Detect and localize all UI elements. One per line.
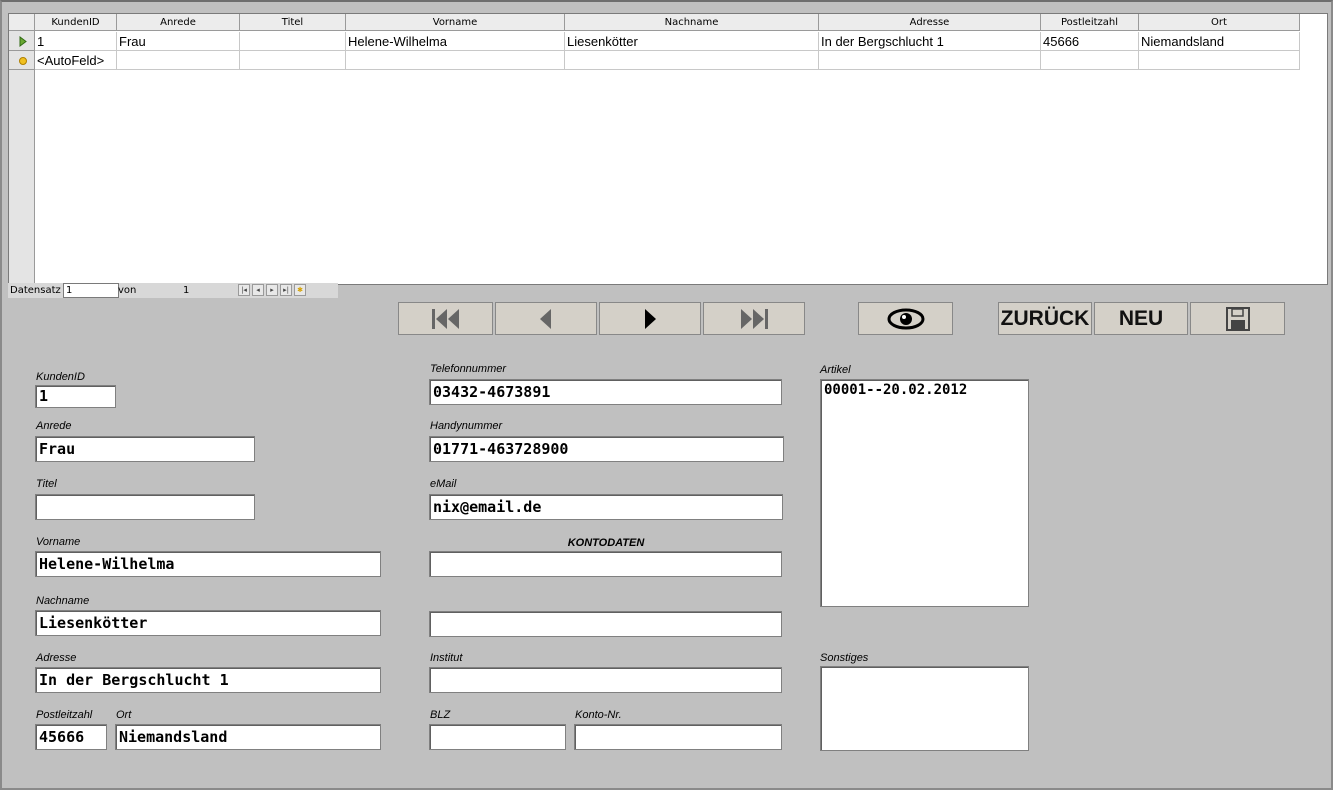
- grid-corner: [9, 14, 35, 31]
- table-cell[interactable]: [240, 51, 346, 70]
- record-total: 1: [183, 285, 190, 296]
- table-cell[interactable]: 1: [35, 32, 117, 51]
- kontonr-field[interactable]: [574, 724, 782, 750]
- table-cell[interactable]: [1139, 51, 1300, 70]
- anrede-field[interactable]: Frau: [35, 436, 255, 462]
- blz-label: BLZ: [430, 709, 451, 721]
- handy-label: Handynummer: [430, 420, 503, 432]
- col-header-anrede[interactable]: Anrede: [117, 14, 240, 31]
- back-button[interactable]: ZURÜCK: [998, 302, 1092, 335]
- new-record-star-icon: [19, 57, 27, 65]
- save-button[interactable]: [1190, 302, 1285, 335]
- last-record-icon: [741, 308, 768, 329]
- table-cell[interactable]: Helene-Wilhelma: [346, 32, 565, 51]
- next-record-button[interactable]: [599, 302, 701, 335]
- record-number-input[interactable]: [63, 283, 119, 298]
- col-header-vorname[interactable]: Vorname: [346, 14, 565, 31]
- table-cell[interactable]: In der Bergschlucht 1: [819, 32, 1041, 51]
- ort-field[interactable]: Niemandsland: [115, 724, 381, 750]
- table-cell[interactable]: [1041, 51, 1139, 70]
- vorname-label: Vorname: [36, 536, 81, 548]
- email-label: eMail: [430, 478, 457, 490]
- plz-label: Postleitzahl: [36, 709, 93, 721]
- sonstiges-textarea[interactable]: [820, 666, 1029, 751]
- next-record-icon: [645, 308, 656, 329]
- titel-field[interactable]: [35, 494, 255, 520]
- adresse-label: Adresse: [36, 652, 77, 664]
- nav-first-icon[interactable]: |◂: [238, 284, 250, 296]
- konto-field-2[interactable]: [429, 611, 782, 637]
- row-header-new[interactable]: [9, 51, 34, 70]
- of-label: von: [118, 285, 137, 296]
- table-cell[interactable]: 45666: [1041, 32, 1139, 51]
- kontonr-label: Konto-Nr.: [575, 709, 622, 721]
- record-label: Datensatz: [10, 285, 61, 296]
- nav-next-icon[interactable]: ▸: [266, 284, 278, 296]
- table-cell[interactable]: [565, 51, 819, 70]
- save-disk-icon: [1225, 306, 1250, 331]
- ort-label: Ort: [116, 709, 132, 721]
- first-record-icon: [431, 308, 459, 329]
- nav-prev-icon[interactable]: ◂: [252, 284, 264, 296]
- row-header-current[interactable]: [9, 32, 34, 51]
- sonstiges-label: Sonstiges: [820, 652, 869, 664]
- record-navigation-bar: Datensatz von 1 |◂ ◂ ▸ ▸| ✱: [8, 283, 338, 298]
- adresse-field[interactable]: In der Bergschlucht 1: [35, 667, 381, 693]
- kundenid-label: KundenID: [36, 371, 85, 383]
- nachname-field[interactable]: Liesenkötter: [35, 610, 381, 636]
- data-grid[interactable]: KundenID Anrede Titel Vorname Nachname A…: [8, 13, 1328, 285]
- new-button[interactable]: NEU: [1094, 302, 1188, 335]
- previous-record-icon: [540, 308, 551, 329]
- kundenid-field[interactable]: 1: [35, 385, 116, 408]
- artikel-label: Artikel: [820, 364, 851, 376]
- institut-label: Institut: [430, 652, 463, 664]
- telefon-label: Telefonnummer: [430, 363, 507, 375]
- first-record-button[interactable]: [398, 302, 493, 335]
- last-record-button[interactable]: [703, 302, 805, 335]
- plz-field[interactable]: 45666: [35, 724, 107, 750]
- nachname-label: Nachname: [36, 595, 90, 607]
- col-header-kundenid[interactable]: KundenID: [35, 14, 117, 31]
- col-header-postleitzahl[interactable]: Postleitzahl: [1041, 14, 1139, 31]
- view-button[interactable]: [858, 302, 953, 335]
- current-row-arrow-icon: [19, 36, 27, 47]
- email-field[interactable]: nix@email.de: [429, 494, 783, 520]
- telefon-field[interactable]: 03432-4673891: [429, 379, 782, 405]
- col-header-nachname[interactable]: Nachname: [565, 14, 819, 31]
- col-header-adresse[interactable]: Adresse: [819, 14, 1041, 31]
- table-cell[interactable]: [240, 32, 346, 51]
- handy-field[interactable]: 01771-463728900: [429, 436, 784, 462]
- nav-last-icon[interactable]: ▸|: [280, 284, 292, 296]
- table-cell[interactable]: [117, 51, 240, 70]
- institut-field[interactable]: [429, 667, 782, 693]
- kontodaten-heading: KONTODATEN: [567, 537, 645, 549]
- table-cell[interactable]: Liesenkötter: [565, 32, 819, 51]
- table-cell[interactable]: Frau: [117, 32, 240, 51]
- col-header-titel[interactable]: Titel: [240, 14, 346, 31]
- vorname-field[interactable]: Helene-Wilhelma: [35, 551, 381, 577]
- col-header-ort[interactable]: Ort: [1139, 14, 1300, 31]
- artikel-listbox[interactable]: 00001--20.02.2012: [820, 379, 1029, 607]
- blz-field[interactable]: [429, 724, 566, 750]
- table-cell[interactable]: [346, 51, 565, 70]
- konto-field-1[interactable]: [429, 551, 782, 577]
- table-cell[interactable]: <AutoFeld>: [35, 51, 117, 70]
- previous-record-button[interactable]: [495, 302, 597, 335]
- anrede-label: Anrede: [36, 420, 72, 432]
- nav-new-icon[interactable]: ✱: [294, 284, 306, 296]
- table-cell[interactable]: [819, 51, 1041, 70]
- eye-icon: [887, 308, 924, 329]
- titel-label: Titel: [36, 478, 57, 490]
- table-cell[interactable]: Niemandsland: [1139, 32, 1300, 51]
